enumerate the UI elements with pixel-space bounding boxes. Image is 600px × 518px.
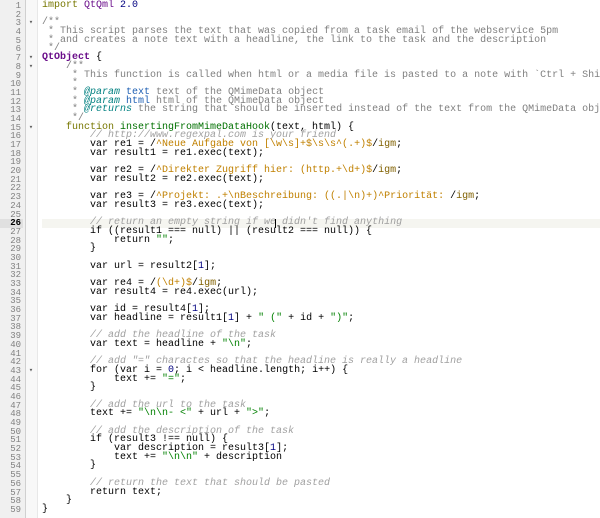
- code-token: ;: [474, 191, 480, 202]
- code-token: igm: [378, 139, 396, 150]
- code-line[interactable]: var result3 = re3.exec(text);: [42, 202, 600, 211]
- code-token: QtQml: [84, 0, 120, 11]
- code-line[interactable]: var url = result2[1];: [42, 263, 600, 272]
- code-token: igm: [378, 165, 396, 176]
- code-token: ] +: [234, 313, 258, 324]
- code-line[interactable]: text += "\n\n" + description: [42, 454, 600, 463]
- code-token: "\n": [222, 339, 246, 350]
- code-token: 2.0: [120, 0, 138, 11]
- code-line[interactable]: * This function is called when html or a…: [42, 72, 600, 81]
- code-token: + id +: [282, 313, 330, 324]
- code-token: + description: [198, 452, 282, 463]
- fold-toggle-icon[interactable]: ▾: [27, 19, 35, 27]
- code-line[interactable]: var headline = result1[1] + " (" + id + …: [42, 315, 600, 324]
- code-token: var result2 = re2.exec(text);: [42, 174, 264, 185]
- fold-column: ▾▾▾▾▾: [26, 0, 38, 518]
- code-token: * and creates a note text with a headlin…: [42, 35, 546, 46]
- code-line[interactable]: return "";: [42, 237, 600, 246]
- code-token: ;: [396, 165, 402, 176]
- code-token: igm: [456, 191, 474, 202]
- code-token: }: [42, 504, 48, 515]
- code-token: var result1 = re1.exec(text);: [42, 148, 264, 159]
- code-token: @returns: [84, 104, 132, 115]
- fold-toggle-icon[interactable]: ▾: [27, 124, 35, 132]
- code-line[interactable]: }: [42, 506, 600, 515]
- code-token: text +=: [42, 408, 138, 419]
- code-token: var result3 = re3.exec(text);: [42, 200, 264, 211]
- code-token: ;: [396, 139, 402, 150]
- code-token: }: [42, 460, 96, 471]
- code-token: import: [42, 0, 84, 11]
- code-token: ;: [180, 374, 186, 385]
- code-token: var result4 = re4.exec(url);: [42, 287, 258, 298]
- code-token: var text = headline +: [42, 339, 222, 350]
- code-line[interactable]: }: [42, 384, 600, 393]
- code-token: ; i < headline.length; i++) {: [174, 365, 348, 376]
- code-token: "": [156, 235, 168, 246]
- code-token: var url = result2[: [42, 261, 198, 272]
- fold-toggle-icon[interactable]: ▾: [27, 63, 35, 71]
- code-line[interactable]: var result1 = re1.exec(text);: [42, 150, 600, 159]
- code-line[interactable]: }: [42, 462, 600, 471]
- code-line[interactable]: return text;: [42, 489, 600, 498]
- code-token: the string that should be inserted inste…: [132, 104, 600, 115]
- code-line[interactable]: var result2 = re2.exec(text);: [42, 176, 600, 185]
- code-line[interactable]: import QtQml 2.0: [42, 2, 600, 11]
- code-line[interactable]: text += "\n\n- <" + url + ">";: [42, 410, 600, 419]
- code-token: "\n\n": [162, 452, 198, 463]
- code-token: + url +: [192, 408, 246, 419]
- code-line[interactable]: var result4 = re4.exec(url);: [42, 289, 600, 298]
- code-line[interactable]: QtObject {: [42, 54, 600, 63]
- code-token: ;: [246, 339, 252, 350]
- code-line[interactable]: text += "=";: [42, 376, 600, 385]
- fold-toggle-icon[interactable]: ▾: [27, 54, 35, 62]
- line-number: 59: [0, 506, 23, 515]
- code-line[interactable]: [42, 11, 600, 20]
- code-token: "=": [162, 374, 180, 385]
- code-token: "\n\n- <": [138, 408, 192, 419]
- code-token: ;: [348, 313, 354, 324]
- code-token: var headline = result1[: [42, 313, 228, 324]
- code-line[interactable]: * and creates a note text with a headlin…: [42, 37, 600, 46]
- code-token: ;: [168, 235, 174, 246]
- code-line[interactable]: }: [42, 245, 600, 254]
- code-token: ;: [264, 408, 270, 419]
- code-token: ")": [330, 313, 348, 324]
- fold-toggle-icon[interactable]: ▾: [27, 367, 35, 375]
- code-line[interactable]: }: [42, 497, 600, 506]
- code-line[interactable]: */: [42, 45, 600, 54]
- code-line[interactable]: * @returns the string that should be ins…: [42, 106, 600, 115]
- code-token: }: [42, 243, 96, 254]
- code-token: " (": [258, 313, 282, 324]
- line-number-gutter: 1234567891011121314151617181920212223242…: [0, 0, 26, 518]
- code-token: }: [42, 382, 96, 393]
- code-token: ">": [246, 408, 264, 419]
- code-line[interactable]: var text = headline + "\n";: [42, 341, 600, 350]
- code-editor[interactable]: import QtQml 2.0 /** * This script parse…: [38, 0, 600, 518]
- code-token: * This function is called when html or a…: [42, 70, 600, 81]
- code-token: ];: [204, 261, 216, 272]
- code-token: {: [90, 52, 102, 63]
